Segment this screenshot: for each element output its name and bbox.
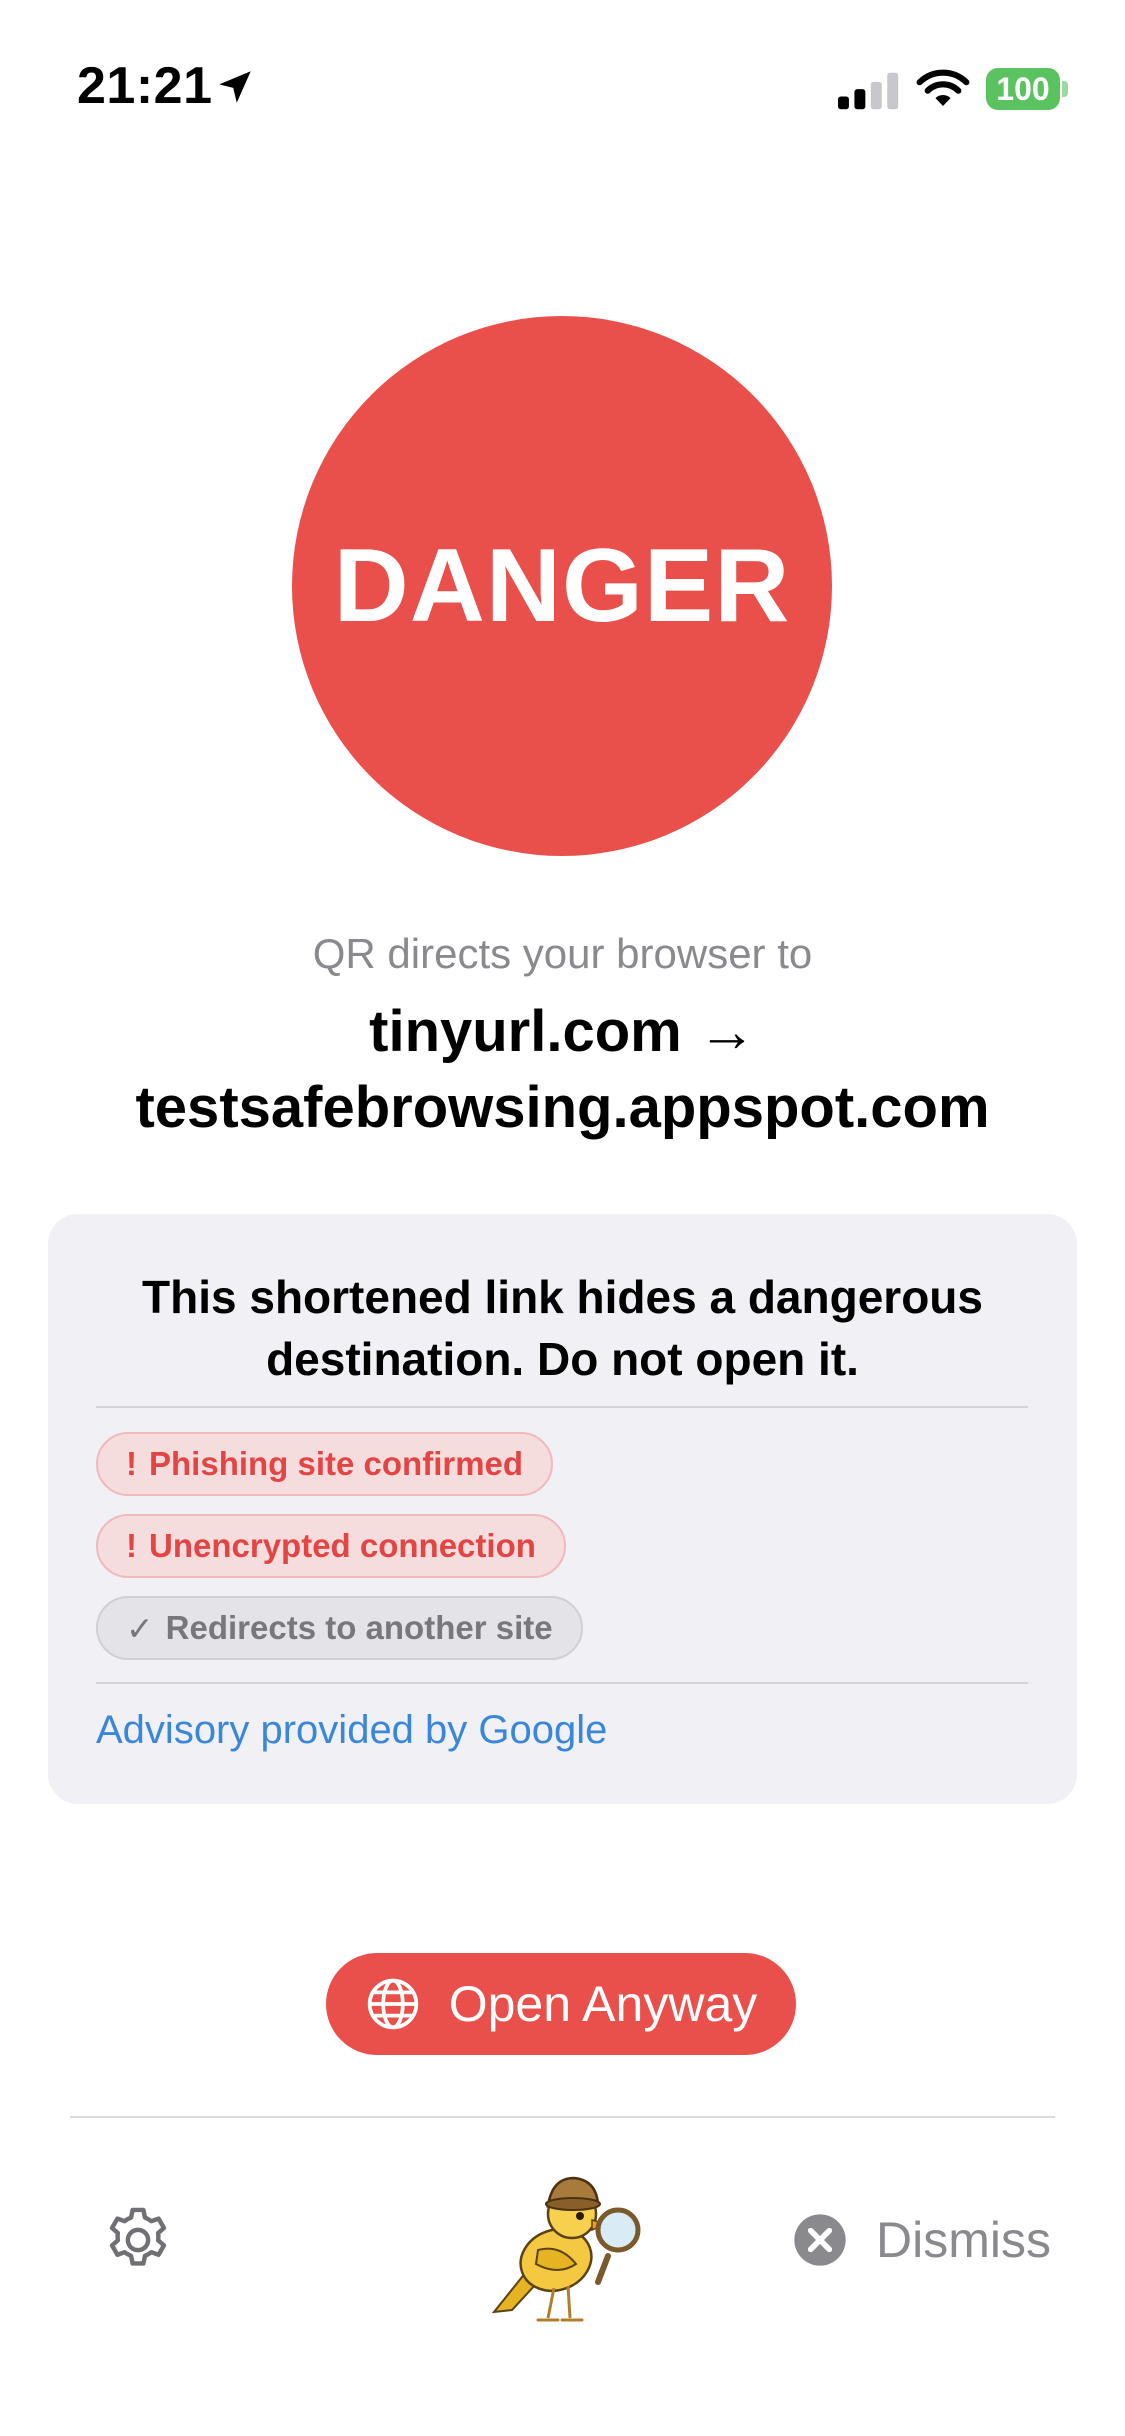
card-divider [96, 1682, 1028, 1684]
open-anyway-label: Open Anyway [448, 1976, 758, 2032]
bottom-divider [70, 2116, 1055, 2118]
close-circle-icon [794, 2214, 846, 2266]
tag-label: Redirects to another site [165, 1609, 553, 1646]
exclamation-icon: ! [126, 1445, 137, 1482]
canary-detective-mascot [491, 2176, 641, 2322]
gear-icon[interactable] [100, 2202, 176, 2278]
advisory-title: This shortened link hides a dangerous de… [142, 1271, 983, 1385]
dismiss-button[interactable]: Dismiss [792, 2202, 1051, 2278]
battery-level: 100 [996, 71, 1050, 107]
checkmark-icon: ✓ [126, 1609, 154, 1647]
destination-url-final: testsafebrowsing.appspot.com [135, 1075, 990, 1140]
destination-subtitle: QR directs your browser to [312, 930, 813, 977]
tag-phishing: ! Phishing site confirmed [96, 1432, 554, 1496]
status-bar: 21:21 100 [0, 0, 1125, 180]
advisory-card: This shortened link hides a dangerous de… [48, 1214, 1077, 1804]
card-divider [96, 1406, 1028, 1408]
battery-tip [1062, 81, 1068, 97]
advisory-link[interactable]: Advisory provided by Google [96, 1708, 607, 1753]
status-time: 21:21 [77, 57, 213, 115]
cellular-signal-icon [838, 72, 899, 110]
dismiss-label: Dismiss [876, 2212, 1051, 2268]
open-anyway-button[interactable]: Open Anyway [326, 1953, 796, 2055]
danger-label: DANGER [333, 527, 791, 644]
tag-redirect: ✓ Redirects to another site [96, 1596, 583, 1660]
danger-badge: DANGER [292, 316, 832, 856]
location-arrow-icon [219, 71, 251, 103]
destination-url-short: tinyurl.com → [369, 999, 756, 1064]
globe-icon [367, 1978, 418, 2030]
exclamation-icon: ! [126, 1527, 137, 1564]
tag-label: Phishing site confirmed [149, 1445, 524, 1482]
wifi-icon [916, 69, 970, 106]
tag-unencrypted: ! Unencrypted connection [96, 1514, 566, 1578]
battery-icon: 100 [986, 68, 1068, 110]
tag-label: Unencrypted connection [149, 1527, 536, 1564]
